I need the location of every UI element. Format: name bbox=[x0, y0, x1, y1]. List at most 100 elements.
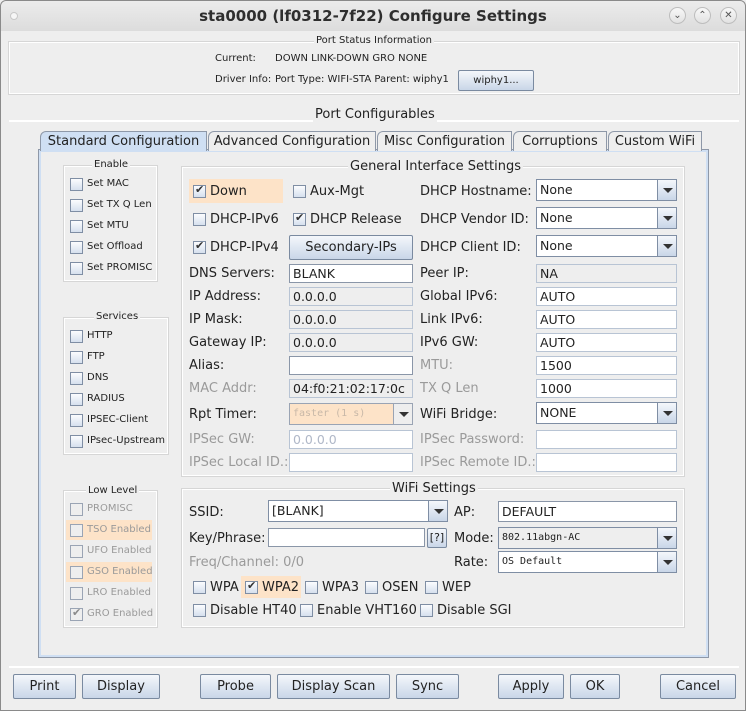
set-mtu-checkbox[interactable] bbox=[70, 220, 83, 233]
dhcp-hostname-select[interactable]: None bbox=[536, 179, 677, 201]
dhcp-vendor-value: None bbox=[540, 210, 573, 225]
wep-label: WEP bbox=[442, 580, 471, 595]
tso-checkbox bbox=[70, 524, 83, 537]
chevron-down-icon[interactable] bbox=[657, 208, 676, 228]
aux-mgt-label: Aux-Mgt bbox=[310, 184, 365, 199]
link-ipv6-input[interactable]: AUTO bbox=[536, 310, 677, 329]
window-title: sta0000 (lf0312-7f22) Configure Settings bbox=[199, 7, 547, 25]
title-bar[interactable]: sta0000 (lf0312-7f22) Configure Settings… bbox=[1, 1, 745, 31]
tab-misc-configuration[interactable]: Misc Configuration bbox=[377, 131, 512, 151]
dhcp-vendor-select[interactable]: None bbox=[536, 207, 677, 229]
print-button[interactable]: Print bbox=[13, 674, 76, 699]
gateway-ip-input[interactable]: 0.0.0.0 bbox=[289, 333, 413, 352]
wpa2-label: WPA2 bbox=[262, 580, 300, 595]
tab-advanced-configuration[interactable]: Advanced Configuration bbox=[208, 131, 376, 151]
dns-servers-input[interactable]: BLANK bbox=[289, 264, 413, 283]
mode-select[interactable]: 802.11abgn-AC bbox=[498, 527, 677, 549]
wep-checkbox[interactable] bbox=[425, 581, 438, 594]
radius-checkbox[interactable] bbox=[70, 393, 83, 406]
ftp-checkbox[interactable] bbox=[70, 351, 83, 364]
set-mac-checkbox[interactable] bbox=[70, 178, 83, 191]
ip-address-input[interactable]: 0.0.0.0 bbox=[289, 287, 413, 306]
rate-label: Rate: bbox=[454, 555, 489, 570]
promisc-label: PROMISC bbox=[87, 503, 133, 514]
chevron-down-icon[interactable] bbox=[657, 552, 676, 572]
osen-checkbox[interactable] bbox=[365, 581, 378, 594]
chevron-down-icon[interactable] bbox=[657, 403, 676, 423]
rate-select[interactable]: OS Default bbox=[498, 551, 677, 573]
key-help-button[interactable]: [?] bbox=[427, 528, 447, 548]
gateway-ip-label: Gateway IP: bbox=[189, 335, 267, 350]
set-offload-checkbox[interactable] bbox=[70, 241, 83, 254]
disable-sgi-checkbox[interactable] bbox=[420, 604, 433, 617]
enable-title: Enable bbox=[92, 159, 131, 170]
peer-ip-input[interactable]: NA bbox=[536, 264, 677, 283]
ip-mask-input[interactable]: 0.0.0.0 bbox=[289, 310, 413, 329]
dhcp-release-label: DHCP Release bbox=[310, 212, 402, 227]
disable-ht40-checkbox[interactable] bbox=[193, 604, 206, 617]
dhcp-release-checkbox[interactable] bbox=[293, 211, 306, 226]
aux-mgt-checkbox[interactable] bbox=[293, 185, 306, 198]
ssid-value: [BLANK] bbox=[272, 503, 324, 518]
low-level-title: Low Level bbox=[86, 485, 140, 496]
dhcp-ipv4-label: DHCP-IPv4 bbox=[210, 240, 279, 255]
close-icon[interactable]: ✕ bbox=[720, 7, 737, 24]
apply-button[interactable]: Apply bbox=[498, 674, 564, 699]
chevron-down-icon[interactable] bbox=[657, 180, 676, 200]
mac-addr-input[interactable]: 04:f0:21:02:17:0c bbox=[289, 379, 413, 398]
ok-button[interactable]: OK bbox=[570, 674, 620, 699]
minimize-icon[interactable]: ⌄ bbox=[669, 7, 686, 24]
mode-value: 802.11abgn-AC bbox=[502, 532, 581, 543]
down-checkbox[interactable] bbox=[193, 183, 206, 198]
dns-checkbox[interactable] bbox=[70, 372, 83, 385]
global-ipv6-input[interactable]: AUTO bbox=[536, 287, 677, 306]
sync-button[interactable]: Sync bbox=[396, 674, 459, 699]
chevron-down-icon[interactable] bbox=[657, 528, 676, 548]
dhcp-client-value: None bbox=[540, 238, 573, 253]
lro-checkbox bbox=[70, 587, 83, 600]
maximize-icon[interactable]: ⌃ bbox=[694, 7, 711, 24]
ipsec-local-id-input bbox=[289, 453, 413, 472]
http-checkbox[interactable] bbox=[70, 330, 83, 343]
chevron-down-icon[interactable] bbox=[657, 236, 676, 256]
chevron-down-icon[interactable] bbox=[428, 501, 447, 521]
mtu-input[interactable]: 1500 bbox=[536, 356, 677, 375]
gro-checkbox bbox=[70, 606, 83, 621]
enable-vht160-checkbox[interactable] bbox=[300, 604, 313, 617]
wpa3-checkbox[interactable] bbox=[305, 581, 318, 594]
dhcp-client-select[interactable]: None bbox=[536, 235, 677, 257]
ipv6-gw-input[interactable]: AUTO bbox=[536, 333, 677, 352]
wifi-bridge-select[interactable]: NONE bbox=[536, 402, 677, 424]
wpa-checkbox[interactable] bbox=[193, 581, 206, 594]
ipsec-password-label: IPSec Password: bbox=[420, 432, 525, 447]
enable-vht160-label: Enable VHT160 bbox=[317, 603, 417, 618]
tab-corruptions[interactable]: Corruptions bbox=[513, 131, 607, 151]
secondary-ips-button[interactable]: Secondary-IPs bbox=[289, 235, 413, 260]
tab-custom-wifi[interactable]: Custom WiFi bbox=[608, 131, 702, 151]
ssid-select[interactable]: [BLANK] bbox=[268, 500, 448, 522]
alias-input[interactable] bbox=[289, 356, 413, 375]
tab-standard-configuration[interactable]: Standard Configuration bbox=[40, 131, 207, 151]
rate-value: OS Default bbox=[502, 556, 563, 567]
probe-button[interactable]: Probe bbox=[200, 674, 271, 699]
chevron-down-icon bbox=[393, 404, 412, 424]
display-scan-button[interactable]: Display Scan bbox=[277, 674, 390, 699]
ipsec-upstream-checkbox[interactable] bbox=[70, 435, 83, 448]
set-promisc-checkbox[interactable] bbox=[70, 262, 83, 275]
key-phrase-input[interactable] bbox=[268, 528, 425, 547]
wpa2-checkbox[interactable] bbox=[245, 579, 258, 594]
display-button[interactable]: Display bbox=[82, 674, 160, 699]
tx-q-len-input[interactable]: 1000 bbox=[536, 379, 677, 398]
ap-input[interactable]: DEFAULT bbox=[498, 501, 677, 522]
cancel-button[interactable]: Cancel bbox=[660, 674, 736, 699]
disable-sgi-label: Disable SGI bbox=[437, 603, 512, 618]
ipsec-client-checkbox[interactable] bbox=[70, 414, 83, 427]
ip-address-label: IP Address: bbox=[189, 289, 261, 304]
dhcp-ipv6-checkbox[interactable] bbox=[193, 213, 206, 226]
set-tx-q-len-checkbox[interactable] bbox=[70, 199, 83, 212]
dhcp-ipv4-checkbox[interactable] bbox=[193, 239, 206, 254]
set-offload-label: Set Offload bbox=[87, 241, 143, 252]
configure-settings-window: sta0000 (lf0312-7f22) Configure Settings… bbox=[0, 0, 746, 711]
parent-wiphy-button[interactable]: wiphy1... bbox=[458, 70, 534, 91]
ipsec-remote-id-input bbox=[536, 453, 677, 472]
